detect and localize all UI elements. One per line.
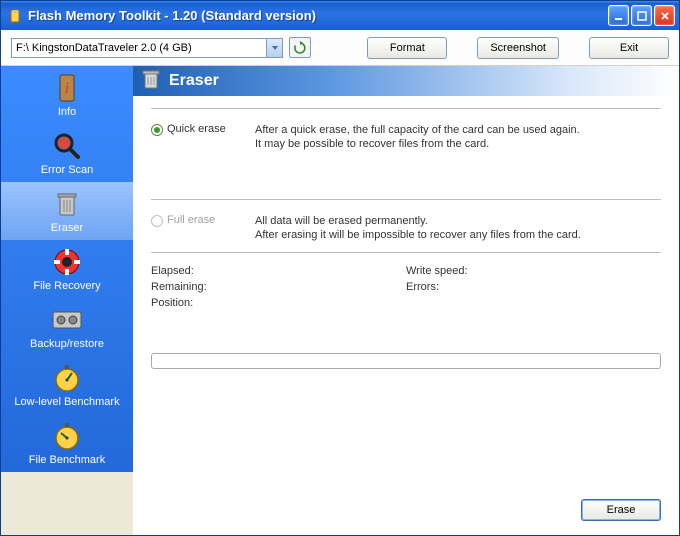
magnifier-icon [51, 130, 83, 162]
option-description: All data will be erased permanently. Aft… [255, 214, 661, 242]
sidebar-item-label: Backup/restore [30, 338, 104, 350]
sidebar-item-label: Low-level Benchmark [14, 396, 119, 408]
divider [151, 199, 661, 200]
progress-bar [151, 353, 661, 369]
sidebar-item-backup-restore[interactable]: Backup/restore [1, 298, 133, 356]
tape-icon [51, 304, 83, 336]
stats-grid: Elapsed: Write speed: Remaining: Errors:… [151, 265, 661, 309]
sidebar-item-lowlevel-benchmark[interactable]: Low-level Benchmark [1, 356, 133, 414]
stat-position: Position: [151, 297, 406, 309]
sidebar-item-error-scan[interactable]: Error Scan [1, 124, 133, 182]
sidebar: i Info Error Scan Eraser Fi [1, 66, 133, 535]
drive-select-value: F:\ KingstonDataTraveler 2.0 (4 GB) [12, 42, 266, 54]
sidebar-item-label: Info [58, 106, 76, 118]
divider [151, 252, 661, 253]
trash-icon [141, 68, 161, 95]
dropdown-arrow-icon [266, 39, 282, 57]
exit-button[interactable]: Exit [589, 37, 669, 59]
app-window: Flash Memory Toolkit - 1.20 (Standard ve… [0, 0, 680, 536]
stat-errors: Errors: [406, 281, 661, 293]
sidebar-item-file-benchmark[interactable]: File Benchmark [1, 414, 133, 472]
window-title: Flash Memory Toolkit - 1.20 (Standard ve… [28, 8, 608, 23]
sidebar-item-label: File Benchmark [29, 454, 105, 466]
sidebar-item-info[interactable]: i Info [1, 66, 133, 124]
info-icon: i [51, 72, 83, 104]
sidebar-tail [1, 472, 133, 535]
format-button[interactable]: Format [367, 37, 447, 59]
option-full-erase: Full erase All data will be erased perma… [151, 208, 661, 248]
sidebar-item-file-recovery[interactable]: File Recovery [1, 240, 133, 298]
footer: Erase [133, 499, 679, 525]
sidebar-item-eraser[interactable]: Eraser [1, 182, 133, 240]
screenshot-button[interactable]: Screenshot [477, 37, 559, 59]
stat-elapsed: Elapsed: [151, 265, 406, 277]
main-header: Eraser [133, 66, 679, 96]
close-button[interactable] [654, 5, 675, 26]
body: i Info Error Scan Eraser Fi [1, 66, 679, 535]
divider [151, 108, 661, 109]
progress-wrap [151, 353, 661, 369]
stat-remaining: Remaining: [151, 281, 406, 293]
app-icon [7, 8, 23, 24]
lifebuoy-icon [51, 246, 83, 278]
trash-icon [51, 188, 83, 220]
stat-writespeed: Write speed: [406, 265, 661, 277]
main-pane: Eraser Quick erase After a quick erase, … [133, 66, 679, 535]
option-label: Quick erase [167, 123, 251, 135]
refresh-icon [293, 41, 307, 55]
erase-button[interactable]: Erase [581, 499, 661, 521]
page-title: Eraser [169, 72, 219, 90]
radio-quick-erase[interactable] [151, 124, 163, 136]
refresh-button[interactable] [289, 37, 311, 58]
option-label: Full erase [167, 214, 251, 226]
window-buttons [608, 5, 679, 26]
title-bar: Flash Memory Toolkit - 1.20 (Standard ve… [1, 1, 679, 30]
option-quick-erase[interactable]: Quick erase After a quick erase, the ful… [151, 117, 661, 157]
maximize-button[interactable] [631, 5, 652, 26]
stopwatch-icon [51, 420, 83, 452]
stopwatch-icon [51, 362, 83, 394]
option-description: After a quick erase, the full capacity o… [255, 123, 661, 151]
sidebar-item-label: Error Scan [41, 164, 94, 176]
main-body: Quick erase After a quick erase, the ful… [133, 96, 679, 499]
sidebar-item-label: File Recovery [33, 280, 100, 292]
radio-full-erase [151, 215, 163, 227]
minimize-button[interactable] [608, 5, 629, 26]
svg-text:i: i [65, 80, 69, 97]
drive-select[interactable]: F:\ KingstonDataTraveler 2.0 (4 GB) [11, 38, 283, 58]
sidebar-item-label: Eraser [51, 222, 83, 234]
toolbar: F:\ KingstonDataTraveler 2.0 (4 GB) Form… [1, 30, 679, 66]
